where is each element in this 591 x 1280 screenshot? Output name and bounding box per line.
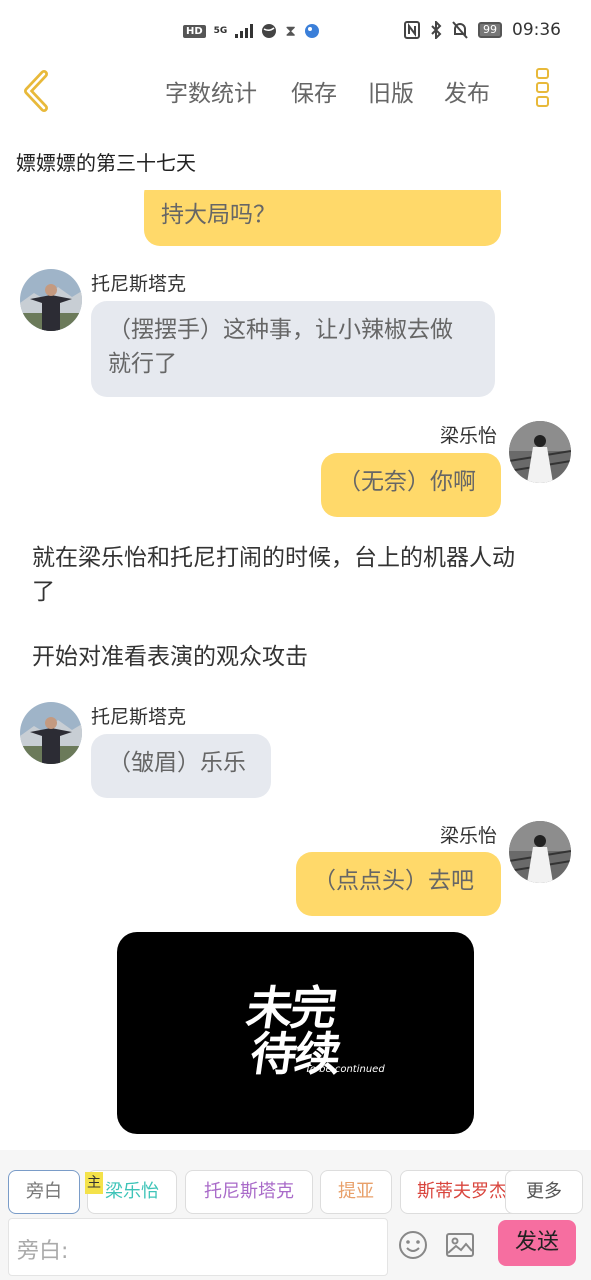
image-icon [446, 1233, 474, 1257]
avatar-image [20, 269, 82, 331]
more-roles-button[interactable]: 更多 [505, 1170, 583, 1214]
message-text: （点点头）去吧 [313, 868, 474, 894]
role-chip-tiya[interactable]: 提亚 [320, 1170, 392, 1214]
emoji-button[interactable] [398, 1230, 428, 1260]
role-chip-tony[interactable]: 托尼斯塔克 [185, 1170, 313, 1214]
more-menu-button[interactable] [536, 68, 554, 114]
message-bubble-right[interactable]: 持大局吗？ [144, 190, 501, 246]
publish-button[interactable]: 发布 [444, 74, 490, 108]
image-subtitle: To be continued [305, 1064, 385, 1075]
avatar-liang[interactable] [509, 421, 571, 483]
avatar-image [509, 421, 571, 483]
image-text-line: 未完 [243, 981, 339, 1035]
avatar-liang[interactable] [509, 821, 571, 883]
role-chip-label: 斯蒂夫罗杰 [417, 1181, 507, 1202]
narration-text[interactable]: 开始对准看表演的观众攻击 [32, 640, 562, 674]
page-title: 嫖嫖嫖的第三十七天 [16, 151, 196, 175]
bluetooth-icon [431, 21, 442, 39]
main-role-tag: 主 [85, 1172, 103, 1194]
status-bar: HD 5G ⧗ 99 09:36 [0, 0, 591, 66]
role-chip-label: 提亚 [338, 1181, 374, 1202]
message-text: 持大局吗？ [161, 202, 276, 228]
narration-line: 开始对准看表演的观众攻击 [32, 644, 308, 670]
chat-area[interactable]: 持大局吗？ 托尼斯塔克 （摆摆手）这种事，让小辣椒去做 就行了 梁乐怡 （无奈）… [0, 190, 591, 1148]
signal-icon [235, 24, 254, 38]
narration-line: 了 [32, 579, 55, 605]
narration-line: 就在梁乐怡和托尼打闹的时候，台上的机器人动 [32, 545, 515, 571]
speaker-name: 托尼斯塔克 [91, 706, 187, 728]
hd-indicator: HD [183, 24, 206, 38]
menu-dot-icon [536, 68, 549, 79]
role-chip-label: 托尼斯塔克 [204, 1181, 294, 1202]
back-button[interactable] [20, 68, 56, 114]
image-button[interactable] [445, 1230, 475, 1260]
old-version-button[interactable]: 旧版 [368, 74, 414, 108]
message-bubble-right[interactable]: （无奈）你啊 [321, 453, 501, 517]
message-text: （无奈）你啊 [338, 469, 476, 495]
status-left: HD 5G ⧗ [183, 22, 320, 40]
nfc-icon [404, 21, 420, 39]
message-text: （皱眉）乐乐 [108, 750, 246, 776]
hourglass-icon: ⧗ [285, 22, 296, 40]
role-chip-steve[interactable]: 斯蒂夫罗杰 [400, 1170, 520, 1214]
role-chip-label: 梁乐怡 [105, 1181, 159, 1202]
speaker-name: 梁乐怡 [440, 825, 498, 847]
mute-icon [452, 21, 468, 39]
image-message[interactable]: 未完 待续 To be continued [117, 932, 474, 1134]
message-bubble-left[interactable]: （皱眉）乐乐 [91, 734, 271, 798]
message-bubble-left[interactable]: （摆摆手）这种事，让小辣椒去做 就行了 [91, 301, 495, 397]
send-button[interactable]: 发送 [498, 1220, 576, 1266]
clock: 09:36 [512, 20, 561, 40]
avatar-tony[interactable] [20, 269, 82, 331]
emoji-icon [399, 1231, 427, 1259]
role-selector-bar: 旁白 梁乐怡 主 托尼斯塔克 提亚 斯蒂夫罗杰 更多 [0, 1150, 591, 1218]
save-button[interactable]: 保存 [291, 74, 337, 108]
speaker-name: 梁乐怡 [440, 425, 498, 447]
menu-dot-icon [536, 82, 549, 93]
network-indicator: 5G [213, 25, 228, 36]
battery-indicator: 99 [478, 22, 502, 38]
avatar-image [509, 821, 571, 883]
chevron-left-icon [24, 70, 48, 112]
avatar-tony[interactable] [20, 702, 82, 764]
status-right: 99 09:36 [404, 20, 561, 40]
narration-text[interactable]: 就在梁乐怡和托尼打闹的时候，台上的机器人动 了 [32, 541, 562, 609]
word-count-button[interactable]: 字数统计 [165, 74, 257, 108]
role-chip-narrator[interactable]: 旁白 [8, 1170, 80, 1214]
speaker-name: 托尼斯塔克 [91, 273, 187, 295]
message-bubble-right[interactable]: （点点头）去吧 [296, 852, 501, 916]
app-notification-icon [304, 24, 319, 38]
input-bar: 旁白: 发送 [0, 1218, 591, 1280]
top-toolbar: 字数统计 保存 旧版 发布 [0, 66, 591, 118]
message-text-line: （摆摆手）这种事，让小辣椒去做 [108, 317, 453, 343]
message-input[interactable]: 旁白: [8, 1218, 388, 1276]
avatar-image [20, 702, 82, 764]
globe-icon [262, 24, 277, 38]
message-text-line: 就行了 [108, 351, 177, 377]
menu-dot-icon [536, 96, 549, 107]
